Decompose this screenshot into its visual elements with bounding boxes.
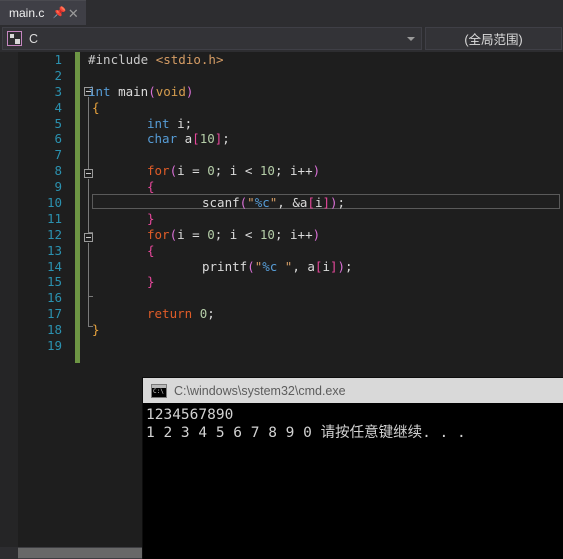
code-text[interactable]: #include <stdio.h> int main(void) { int … [0,52,563,354]
tab-strip: main.c 📌 ✕ [0,0,563,25]
chevron-down-icon[interactable] [407,36,415,41]
code-line: int main(void) [88,83,194,99]
cmd-icon: C:\ [151,383,167,398]
console-window[interactable]: C:\ C:\windows\system32\cmd.exe 12345678… [143,378,563,559]
code-line: { [147,242,155,258]
code-line: char a[10]; [147,131,230,147]
scope-selector-right[interactable]: (全局范围) [425,27,562,50]
code-line: for(i = 0; i < 10; i++) [147,163,321,179]
code-line: } [147,210,155,226]
scope-right-label: (全局范围) [464,33,523,47]
code-line: return 0; [147,306,215,322]
code-line: for(i = 0; i < 10; i++) [147,226,321,242]
tab-strip-empty [86,0,563,25]
visual-studio-window: main.c 📌 ✕ C (全局范围) 1 2 3 4 5 6 7 8 9 10… [0,0,563,559]
code-line: #include <stdio.h> [88,52,224,67]
tab-main-c[interactable]: main.c 📌 ✕ [0,0,87,26]
code-line: printf("%c ", a[i]); [202,258,353,274]
c-language-icon [7,31,22,46]
code-line: scanf("%c", &a[i]); [202,195,346,211]
scope-selector-left[interactable]: C [2,27,422,50]
console-line: 1 2 3 4 5 6 7 8 9 0 请按任意键继续. . . [146,425,466,441]
close-icon[interactable]: ✕ [66,1,80,26]
code-line: } [147,274,155,290]
console-output: 1234567890 1 2 3 4 5 6 7 8 9 0 请按任意键继续. … [143,403,563,442]
scope-left-label: C [29,31,39,46]
code-line: int i; [147,115,193,131]
tab-label: main.c [9,5,45,20]
console-line: 1234567890 [146,407,234,423]
code-line: { [147,179,155,195]
code-line: { [92,99,100,115]
scrollbar-corner [0,547,18,559]
code-line: } [92,322,100,338]
navigation-bar: C (全局范围) [0,25,563,52]
console-title-bar[interactable]: C:\ C:\windows\system32\cmd.exe [143,378,563,403]
console-title-text: C:\windows\system32\cmd.exe [174,383,346,398]
pin-icon[interactable]: 📌 [52,1,66,26]
